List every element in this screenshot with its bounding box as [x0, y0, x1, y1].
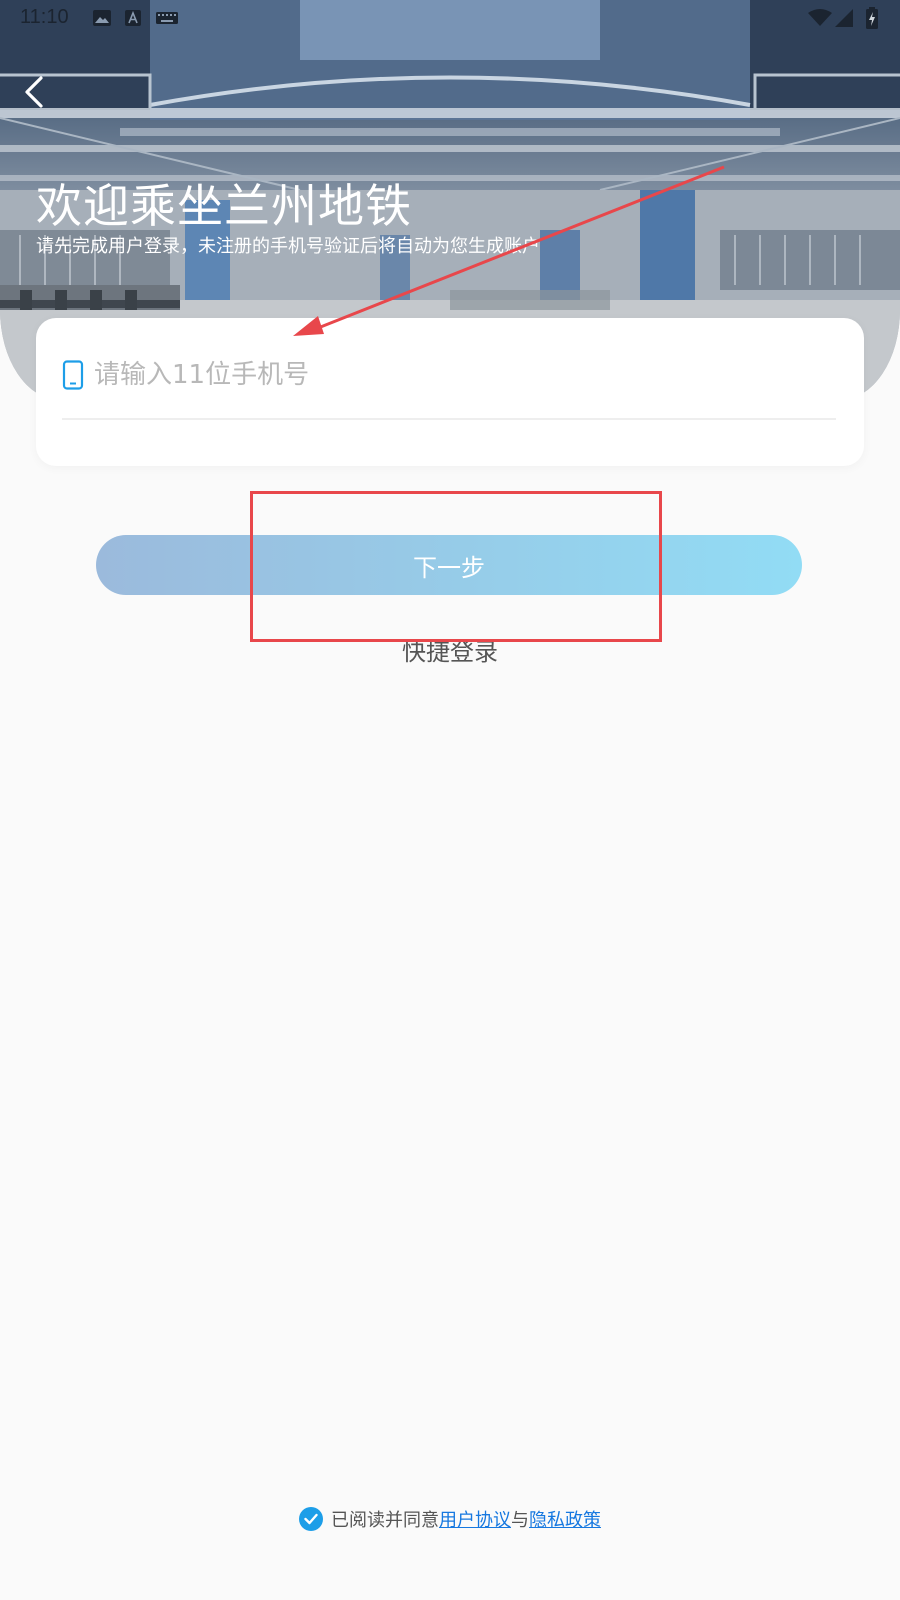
checkmark-icon	[304, 1513, 318, 1525]
agreement-checkbox[interactable]	[299, 1507, 323, 1531]
quick-login-link[interactable]: 快捷登录	[0, 632, 900, 667]
back-button[interactable]	[14, 72, 54, 112]
page-title: 欢迎乘坐兰州地铁	[36, 179, 412, 233]
page-subtitle: 请先完成用户登录，未注册的手机号验证后将自动为您生成账户	[36, 236, 540, 257]
wifi-icon	[808, 9, 832, 26]
chevron-left-icon	[25, 76, 43, 108]
agreement-prefix: 已阅读并同意	[331, 1510, 439, 1531]
battery-charging-icon	[866, 7, 878, 29]
phone-login-card	[36, 318, 864, 466]
status-time: 11:10	[20, 6, 69, 28]
user-agreement-link[interactable]: 用户协议	[439, 1506, 511, 1532]
input-underline	[62, 418, 836, 420]
keyboard-notification-icon	[156, 12, 178, 24]
image-notification-icon	[93, 10, 111, 26]
privacy-policy-link[interactable]: 隐私政策	[529, 1506, 601, 1532]
status-bar: 11:10	[0, 0, 900, 36]
smartphone-icon	[62, 360, 84, 390]
agreement-row: 已阅读并同意 用户协议与隐私政策	[0, 1506, 900, 1532]
cellular-signal-icon	[835, 9, 853, 27]
next-step-button[interactable]: 下一步	[96, 535, 802, 595]
font-notification-icon	[125, 10, 141, 26]
phone-number-input[interactable]	[92, 352, 834, 398]
next-step-label: 下一步	[413, 553, 485, 582]
agreement-conjunction: 与	[511, 1510, 529, 1531]
